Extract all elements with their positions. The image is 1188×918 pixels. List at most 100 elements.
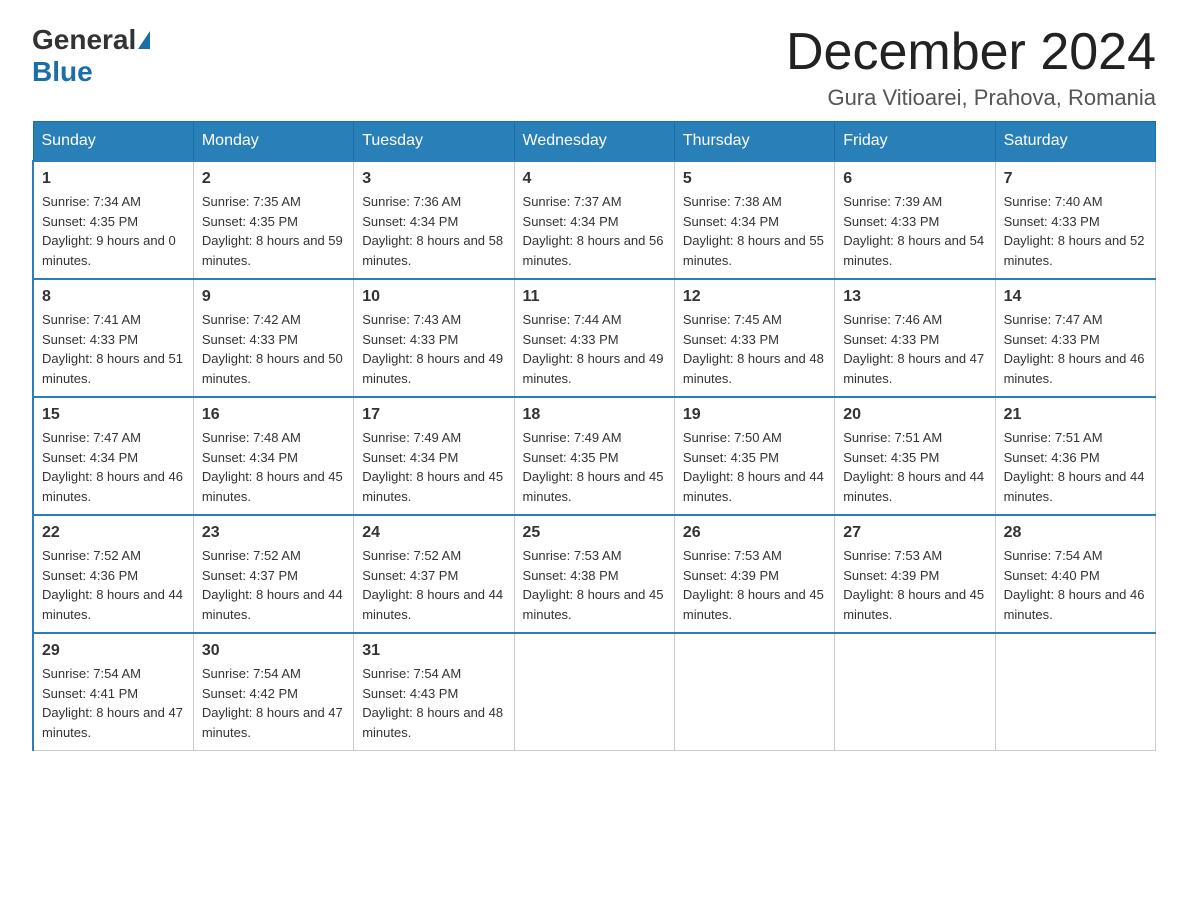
day-info: Sunrise: 7:54 AMSunset: 4:41 PMDaylight:… xyxy=(42,666,183,740)
calendar-cell: 28 Sunrise: 7:54 AMSunset: 4:40 PMDaylig… xyxy=(995,515,1155,633)
month-title: December 2024 xyxy=(786,24,1156,81)
calendar-week-row: 8 Sunrise: 7:41 AMSunset: 4:33 PMDayligh… xyxy=(33,279,1156,397)
day-number: 25 xyxy=(523,524,666,542)
day-info: Sunrise: 7:47 AMSunset: 4:34 PMDaylight:… xyxy=(42,430,183,504)
calendar-cell: 10 Sunrise: 7:43 AMSunset: 4:33 PMDaylig… xyxy=(354,279,514,397)
weekday-header-wednesday: Wednesday xyxy=(514,122,674,162)
calendar-cell: 4 Sunrise: 7:37 AMSunset: 4:34 PMDayligh… xyxy=(514,161,674,279)
calendar-cell: 15 Sunrise: 7:47 AMSunset: 4:34 PMDaylig… xyxy=(33,397,193,515)
title-section: December 2024 Gura Vitioarei, Prahova, R… xyxy=(786,24,1156,111)
day-info: Sunrise: 7:51 AMSunset: 4:36 PMDaylight:… xyxy=(1004,430,1145,504)
weekday-header-tuesday: Tuesday xyxy=(354,122,514,162)
day-info: Sunrise: 7:40 AMSunset: 4:33 PMDaylight:… xyxy=(1004,194,1145,268)
day-number: 21 xyxy=(1004,406,1147,424)
calendar-cell: 9 Sunrise: 7:42 AMSunset: 4:33 PMDayligh… xyxy=(193,279,353,397)
day-info: Sunrise: 7:48 AMSunset: 4:34 PMDaylight:… xyxy=(202,430,343,504)
day-number: 29 xyxy=(42,642,185,660)
calendar-table: SundayMondayTuesdayWednesdayThursdayFrid… xyxy=(32,121,1156,751)
calendar-cell xyxy=(514,633,674,751)
day-info: Sunrise: 7:44 AMSunset: 4:33 PMDaylight:… xyxy=(523,312,664,386)
day-info: Sunrise: 7:53 AMSunset: 4:39 PMDaylight:… xyxy=(843,548,984,622)
day-info: Sunrise: 7:36 AMSunset: 4:34 PMDaylight:… xyxy=(362,194,503,268)
calendar-cell: 30 Sunrise: 7:54 AMSunset: 4:42 PMDaylig… xyxy=(193,633,353,751)
calendar-cell: 19 Sunrise: 7:50 AMSunset: 4:35 PMDaylig… xyxy=(674,397,834,515)
day-number: 24 xyxy=(362,524,505,542)
day-info: Sunrise: 7:52 AMSunset: 4:37 PMDaylight:… xyxy=(362,548,503,622)
day-info: Sunrise: 7:52 AMSunset: 4:36 PMDaylight:… xyxy=(42,548,183,622)
calendar-cell xyxy=(995,633,1155,751)
day-info: Sunrise: 7:52 AMSunset: 4:37 PMDaylight:… xyxy=(202,548,343,622)
day-number: 30 xyxy=(202,642,345,660)
logo: General Blue xyxy=(32,24,152,88)
logo-general-text: General xyxy=(32,24,136,56)
calendar-cell: 26 Sunrise: 7:53 AMSunset: 4:39 PMDaylig… xyxy=(674,515,834,633)
calendar-cell: 29 Sunrise: 7:54 AMSunset: 4:41 PMDaylig… xyxy=(33,633,193,751)
day-info: Sunrise: 7:53 AMSunset: 4:38 PMDaylight:… xyxy=(523,548,664,622)
day-number: 19 xyxy=(683,406,826,424)
calendar-cell: 12 Sunrise: 7:45 AMSunset: 4:33 PMDaylig… xyxy=(674,279,834,397)
day-number: 7 xyxy=(1004,170,1147,188)
calendar-week-row: 1 Sunrise: 7:34 AMSunset: 4:35 PMDayligh… xyxy=(33,161,1156,279)
day-number: 23 xyxy=(202,524,345,542)
day-info: Sunrise: 7:54 AMSunset: 4:40 PMDaylight:… xyxy=(1004,548,1145,622)
day-number: 17 xyxy=(362,406,505,424)
day-info: Sunrise: 7:37 AMSunset: 4:34 PMDaylight:… xyxy=(523,194,664,268)
logo-triangle-icon xyxy=(138,31,150,49)
day-number: 16 xyxy=(202,406,345,424)
calendar-cell: 21 Sunrise: 7:51 AMSunset: 4:36 PMDaylig… xyxy=(995,397,1155,515)
day-number: 26 xyxy=(683,524,826,542)
day-info: Sunrise: 7:45 AMSunset: 4:33 PMDaylight:… xyxy=(683,312,824,386)
calendar-cell: 27 Sunrise: 7:53 AMSunset: 4:39 PMDaylig… xyxy=(835,515,995,633)
calendar-week-row: 29 Sunrise: 7:54 AMSunset: 4:41 PMDaylig… xyxy=(33,633,1156,751)
day-number: 3 xyxy=(362,170,505,188)
day-info: Sunrise: 7:54 AMSunset: 4:42 PMDaylight:… xyxy=(202,666,343,740)
calendar-week-row: 15 Sunrise: 7:47 AMSunset: 4:34 PMDaylig… xyxy=(33,397,1156,515)
day-info: Sunrise: 7:35 AMSunset: 4:35 PMDaylight:… xyxy=(202,194,343,268)
day-number: 28 xyxy=(1004,524,1147,542)
day-info: Sunrise: 7:39 AMSunset: 4:33 PMDaylight:… xyxy=(843,194,984,268)
calendar-cell: 1 Sunrise: 7:34 AMSunset: 4:35 PMDayligh… xyxy=(33,161,193,279)
calendar-cell: 3 Sunrise: 7:36 AMSunset: 4:34 PMDayligh… xyxy=(354,161,514,279)
day-info: Sunrise: 7:53 AMSunset: 4:39 PMDaylight:… xyxy=(683,548,824,622)
weekday-header-friday: Friday xyxy=(835,122,995,162)
calendar-cell: 16 Sunrise: 7:48 AMSunset: 4:34 PMDaylig… xyxy=(193,397,353,515)
calendar-cell xyxy=(835,633,995,751)
calendar-cell: 17 Sunrise: 7:49 AMSunset: 4:34 PMDaylig… xyxy=(354,397,514,515)
day-info: Sunrise: 7:42 AMSunset: 4:33 PMDaylight:… xyxy=(202,312,343,386)
calendar-cell: 2 Sunrise: 7:35 AMSunset: 4:35 PMDayligh… xyxy=(193,161,353,279)
calendar-cell: 31 Sunrise: 7:54 AMSunset: 4:43 PMDaylig… xyxy=(354,633,514,751)
day-number: 22 xyxy=(42,524,185,542)
calendar-cell: 11 Sunrise: 7:44 AMSunset: 4:33 PMDaylig… xyxy=(514,279,674,397)
calendar-cell: 23 Sunrise: 7:52 AMSunset: 4:37 PMDaylig… xyxy=(193,515,353,633)
location-text: Gura Vitioarei, Prahova, Romania xyxy=(786,85,1156,111)
day-info: Sunrise: 7:49 AMSunset: 4:34 PMDaylight:… xyxy=(362,430,503,504)
calendar-cell: 6 Sunrise: 7:39 AMSunset: 4:33 PMDayligh… xyxy=(835,161,995,279)
calendar-cell: 24 Sunrise: 7:52 AMSunset: 4:37 PMDaylig… xyxy=(354,515,514,633)
weekday-header-thursday: Thursday xyxy=(674,122,834,162)
day-info: Sunrise: 7:46 AMSunset: 4:33 PMDaylight:… xyxy=(843,312,984,386)
day-number: 1 xyxy=(42,170,185,188)
day-number: 15 xyxy=(42,406,185,424)
logo-blue-text: Blue xyxy=(32,56,93,88)
calendar-cell: 8 Sunrise: 7:41 AMSunset: 4:33 PMDayligh… xyxy=(33,279,193,397)
page-header: General Blue December 2024 Gura Vitioare… xyxy=(32,24,1156,111)
calendar-cell: 22 Sunrise: 7:52 AMSunset: 4:36 PMDaylig… xyxy=(33,515,193,633)
calendar-cell: 5 Sunrise: 7:38 AMSunset: 4:34 PMDayligh… xyxy=(674,161,834,279)
calendar-week-row: 22 Sunrise: 7:52 AMSunset: 4:36 PMDaylig… xyxy=(33,515,1156,633)
day-info: Sunrise: 7:38 AMSunset: 4:34 PMDaylight:… xyxy=(683,194,824,268)
day-number: 4 xyxy=(523,170,666,188)
calendar-cell: 14 Sunrise: 7:47 AMSunset: 4:33 PMDaylig… xyxy=(995,279,1155,397)
day-number: 12 xyxy=(683,288,826,306)
weekday-header-sunday: Sunday xyxy=(33,122,193,162)
day-info: Sunrise: 7:49 AMSunset: 4:35 PMDaylight:… xyxy=(523,430,664,504)
day-number: 6 xyxy=(843,170,986,188)
weekday-header-row: SundayMondayTuesdayWednesdayThursdayFrid… xyxy=(33,122,1156,162)
day-number: 2 xyxy=(202,170,345,188)
day-info: Sunrise: 7:43 AMSunset: 4:33 PMDaylight:… xyxy=(362,312,503,386)
day-info: Sunrise: 7:54 AMSunset: 4:43 PMDaylight:… xyxy=(362,666,503,740)
day-number: 13 xyxy=(843,288,986,306)
day-number: 27 xyxy=(843,524,986,542)
day-info: Sunrise: 7:51 AMSunset: 4:35 PMDaylight:… xyxy=(843,430,984,504)
day-info: Sunrise: 7:41 AMSunset: 4:33 PMDaylight:… xyxy=(42,312,183,386)
weekday-header-saturday: Saturday xyxy=(995,122,1155,162)
